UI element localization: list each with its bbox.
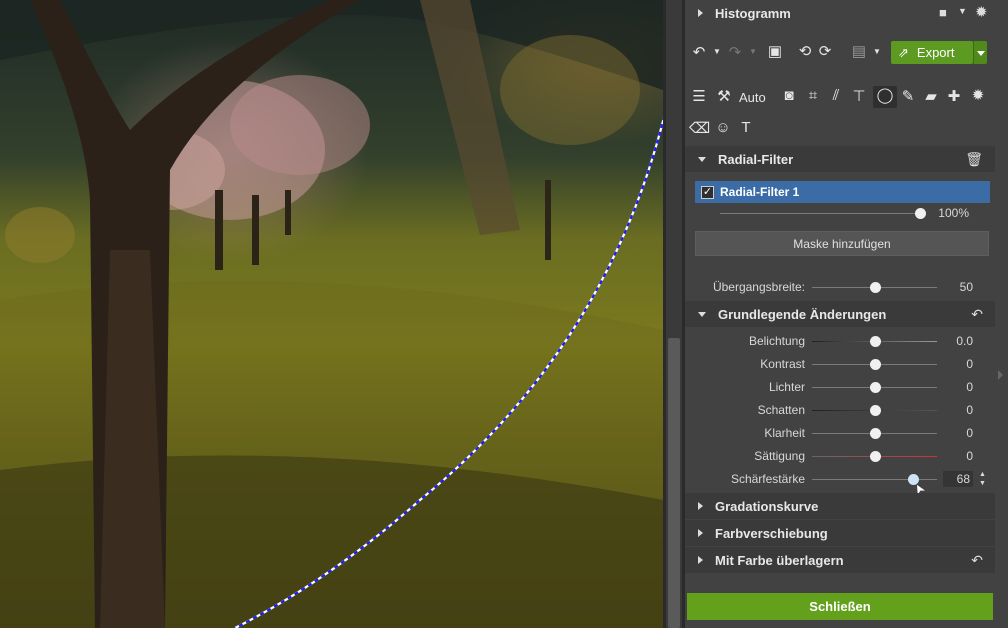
- section-title: Gradationskurve: [715, 498, 819, 514]
- slider-knob[interactable]: [869, 359, 881, 370]
- gear-icon[interactable]: ✹: [975, 3, 988, 21]
- slider-knob[interactable]: [869, 382, 881, 393]
- crop-icon[interactable]: ⌗: [803, 87, 823, 104]
- opacity-slider-knob[interactable]: [915, 208, 926, 219]
- rotate-right-icon[interactable]: ⟳: [815, 42, 835, 60]
- slider-label: Klarheit: [764, 426, 805, 440]
- photo-canvas[interactable]: [0, 0, 663, 628]
- opacity-value: 100%: [938, 206, 969, 220]
- slider-knob[interactable]: [869, 428, 881, 439]
- filter-item-name: Radial-Filter 1: [720, 185, 800, 199]
- radial-filter-title: Radial-Filter: [718, 151, 794, 167]
- panel-expand-arrow-icon[interactable]: [998, 370, 1003, 380]
- slider-label: Sättigung: [754, 449, 805, 463]
- slider-value: 0: [966, 449, 973, 463]
- spin-down-icon[interactable]: ▼: [979, 480, 986, 487]
- expand-icon: [698, 556, 703, 564]
- filter-enabled-checkbox[interactable]: ✓: [701, 185, 714, 199]
- filter-list-item[interactable]: ✓ Radial-Filter 1: [695, 181, 990, 203]
- text-tool-icon[interactable]: T: [736, 119, 756, 136]
- chevron-down-icon[interactable]: ▼: [958, 6, 967, 16]
- slider-knob[interactable]: [869, 405, 881, 416]
- collapse-icon: [698, 311, 706, 317]
- radial-filter-header[interactable]: Radial-Filter 🗑: [685, 146, 995, 172]
- save-dropdown-icon[interactable]: ▼: [867, 47, 887, 56]
- slider-value: 0: [966, 426, 973, 440]
- save-icon[interactable]: ▤: [849, 42, 869, 60]
- settings-gear-icon[interactable]: ✹: [968, 86, 988, 104]
- slider-label: Schärfestärke: [730, 472, 805, 486]
- close-button[interactable]: Schließen: [687, 593, 993, 620]
- collapse-icon: [698, 156, 706, 162]
- perspective-icon[interactable]: ⫽: [826, 87, 846, 104]
- bandage-icon[interactable]: ✚: [944, 87, 964, 105]
- reset-arrow-icon[interactable]: ↶: [971, 552, 983, 569]
- photo-scrollbar[interactable]: [663, 0, 685, 628]
- slider-value: 0: [966, 357, 973, 371]
- sliders-icon[interactable]: ☰: [689, 87, 709, 105]
- redo-dropdown-icon[interactable]: ▼: [743, 47, 763, 56]
- adjustment-panel: Histogramm ■ ▼ ✹ ↶ ▼ ↷ ▼ ▣ ⟲ ⟳ ▤ ▼ ⇗ Exp…: [685, 0, 1008, 628]
- undo-icon[interactable]: ↶: [689, 43, 709, 61]
- slider-label: Kontrast: [760, 357, 805, 371]
- gradient-icon[interactable]: ▰: [921, 87, 941, 105]
- face-mask-icon[interactable]: ☺: [713, 119, 733, 136]
- collapsed-section-header[interactable]: Farbverschiebung: [685, 520, 995, 546]
- section-title: Mit Farbe überlagern: [715, 552, 844, 568]
- magic-wand-icon[interactable]: ⚒: [714, 87, 734, 105]
- auto-button[interactable]: Auto: [739, 90, 766, 105]
- slider-knob[interactable]: [869, 336, 881, 347]
- opacity-slider-track[interactable]: [720, 213, 920, 214]
- slider-value: 0.0: [956, 334, 973, 348]
- photo-scene: [0, 0, 663, 628]
- section-title: Farbverschiebung: [715, 525, 828, 541]
- collapsed-section-header[interactable]: Gradationskurve: [685, 493, 995, 519]
- trash-icon[interactable]: 🗑: [965, 151, 983, 168]
- collapsed-section-header[interactable]: Mit Farbe überlagern ↶: [685, 547, 995, 573]
- slider-value: 0: [966, 380, 973, 394]
- export-button[interactable]: ⇗ Export: [891, 41, 973, 64]
- export-label: Export: [916, 45, 955, 60]
- export-dropdown-button[interactable]: [973, 41, 987, 64]
- slider-knob[interactable]: [869, 451, 881, 462]
- scrollbar-thumb[interactable]: [668, 338, 680, 628]
- eraser-icon[interactable]: ⌫: [689, 119, 710, 137]
- transition-slider-knob[interactable]: [869, 282, 881, 293]
- slider-label: Lichter: [768, 380, 805, 394]
- redo-icon[interactable]: ↷: [725, 43, 745, 61]
- radial-filter-icon[interactable]: ◯: [873, 86, 897, 108]
- camera-icon[interactable]: ◙: [779, 87, 799, 104]
- expand-icon: [698, 9, 703, 17]
- basic-changes-title: Grundlegende Änderungen: [718, 306, 887, 322]
- text-box-icon[interactable]: ⊤: [849, 87, 869, 105]
- image-icon[interactable]: ▣: [765, 42, 785, 60]
- rotate-left-icon[interactable]: ⟲: [795, 42, 815, 60]
- brush-icon[interactable]: ✎: [898, 87, 918, 105]
- basic-changes-header[interactable]: Grundlegende Änderungen ↶: [685, 301, 995, 327]
- camera-mode-icon[interactable]: ■: [939, 5, 947, 20]
- expand-icon: [698, 529, 703, 537]
- slider-label: Belichtung: [748, 334, 805, 348]
- undo-dropdown-icon[interactable]: ▼: [707, 47, 727, 56]
- spin-up-icon[interactable]: ▲: [979, 471, 986, 478]
- export-icon: ⇗: [898, 44, 909, 60]
- transition-width-value[interactable]: 50: [933, 280, 973, 294]
- reset-arrow-icon[interactable]: ↶: [971, 306, 983, 323]
- histogram-header[interactable]: Histogramm ■ ▼ ✹: [685, 0, 995, 26]
- slider-value: 0: [966, 403, 973, 417]
- slider-value[interactable]: 68: [943, 471, 973, 487]
- slider-label: Schatten: [757, 403, 805, 417]
- add-mask-button[interactable]: Maske hinzufügen: [695, 231, 989, 256]
- expand-icon: [698, 502, 703, 510]
- transition-width-label: Übergangsbreite:: [712, 280, 805, 294]
- histogram-title: Histogramm: [715, 5, 791, 21]
